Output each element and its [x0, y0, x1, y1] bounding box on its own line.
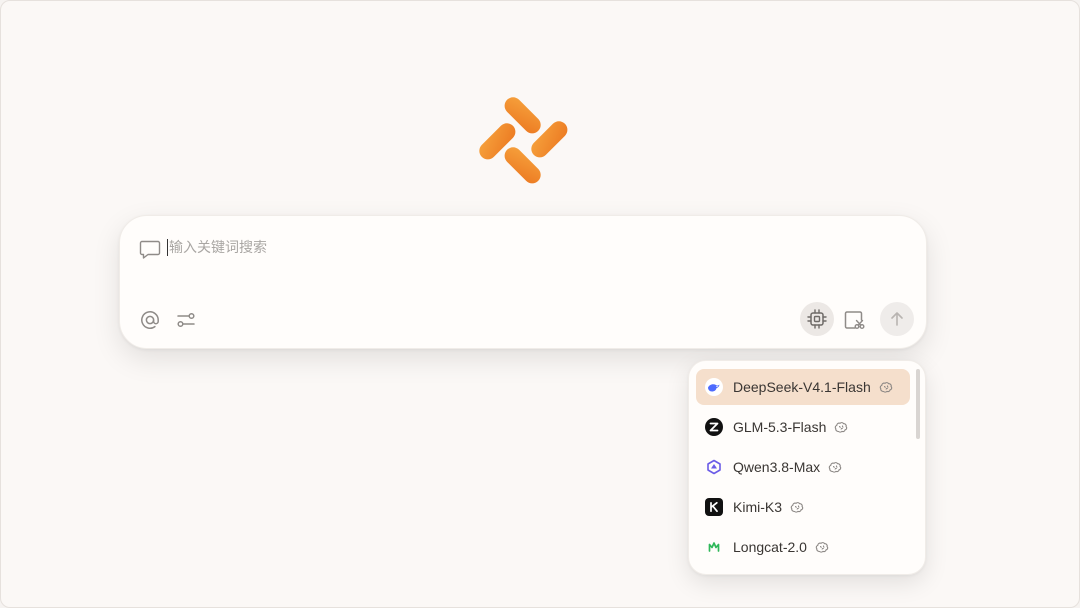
model-select-button[interactable] — [800, 302, 834, 336]
send-button[interactable] — [880, 302, 914, 336]
mention-button[interactable] — [138, 308, 162, 332]
qwen-icon — [705, 458, 723, 476]
model-label: GLM-5.3-Flash — [733, 419, 827, 435]
model-label: Longcat-2.0 — [733, 539, 807, 555]
model-item-longcat[interactable]: Longcat-2.0 — [696, 529, 910, 565]
app-window: DeepSeek-V4.1-Flash GLM-5.3-Flash — [0, 0, 1080, 608]
settings-sliders-button[interactable] — [174, 308, 198, 332]
reasoning-brain-icon — [879, 382, 892, 393]
reasoning-brain-icon — [815, 542, 829, 553]
dropdown-scrollbar[interactable] — [916, 369, 920, 439]
screenshot-button[interactable] — [842, 308, 866, 332]
search-panel — [119, 215, 927, 349]
text-caret — [167, 239, 168, 256]
kimi-k-icon — [705, 498, 723, 516]
app-logo — [479, 97, 568, 184]
model-label: Qwen3.8-Max — [733, 459, 821, 475]
screenshot-icon — [844, 311, 865, 329]
deepseek-whale-icon — [705, 378, 723, 396]
arrow-up-icon — [891, 312, 903, 326]
at-icon — [141, 311, 159, 329]
reasoning-brain-icon — [835, 422, 848, 433]
search-input[interactable] — [169, 236, 669, 260]
sliders-icon — [177, 312, 195, 328]
model-label: Kimi-K3 — [733, 499, 783, 515]
model-dropdown: DeepSeek-V4.1-Flash GLM-5.3-Flash Qwen3.… — [688, 360, 926, 575]
model-item-qwen[interactable]: Qwen3.8-Max — [696, 449, 910, 485]
reasoning-brain-icon — [790, 502, 804, 513]
chip-icon — [807, 309, 827, 329]
model-item-glm[interactable]: GLM-5.3-Flash — [696, 409, 910, 445]
reasoning-brain-icon — [828, 462, 842, 473]
model-label: DeepSeek-V4.1-Flash — [733, 379, 871, 395]
glm-z-icon — [705, 418, 723, 436]
model-item-deepseek[interactable]: DeepSeek-V4.1-Flash — [696, 369, 910, 405]
model-item-kimi[interactable]: Kimi-K3 — [696, 489, 910, 525]
longcat-icon — [705, 538, 723, 556]
chat-bubble-icon — [139, 240, 161, 259]
